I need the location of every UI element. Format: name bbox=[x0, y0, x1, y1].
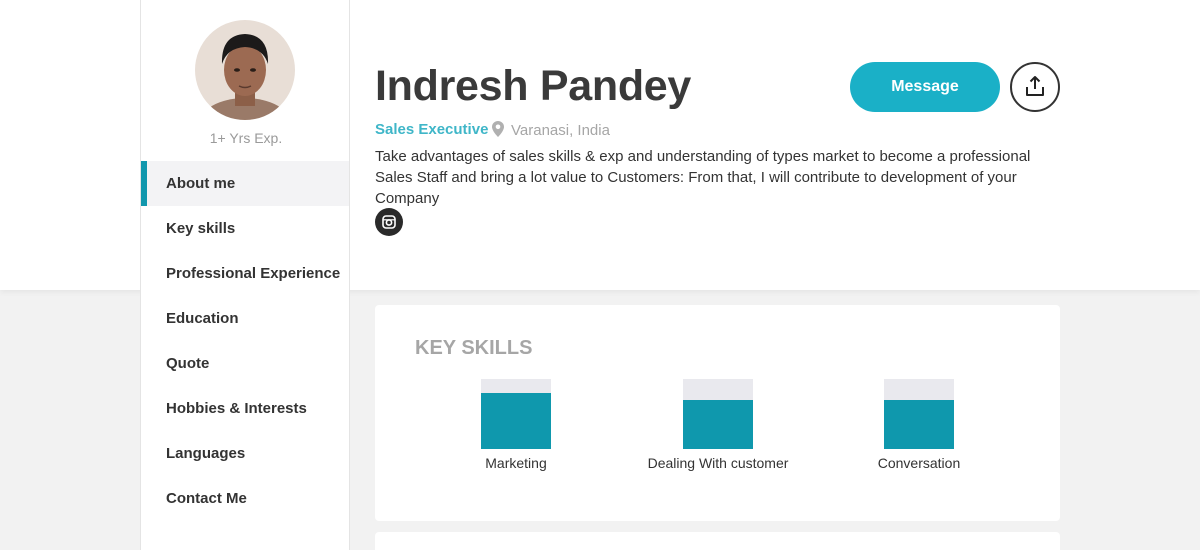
location-pin-icon bbox=[492, 121, 504, 141]
skill-label: Conversation bbox=[877, 455, 961, 471]
share-button[interactable] bbox=[1010, 62, 1060, 112]
skill-item: Conversation bbox=[839, 379, 999, 471]
profile-location: Varanasi, India bbox=[492, 121, 610, 141]
sidebar-item-quote[interactable]: Quote bbox=[141, 341, 349, 386]
skill-bar bbox=[481, 379, 551, 449]
profile-name: Indresh Pandey bbox=[375, 62, 692, 110]
profile-description: Take advantages of sales skills & exp an… bbox=[375, 148, 1031, 207]
share-upload-icon bbox=[1024, 75, 1046, 100]
sidebar-item-about-me[interactable]: About me bbox=[141, 161, 349, 206]
sidebar-item-contact-me[interactable]: Contact Me bbox=[141, 476, 349, 521]
skill-bar-fill bbox=[884, 400, 954, 449]
key-skills-title: KEY SKILLS bbox=[415, 337, 533, 359]
key-skills-card: KEY SKILLS Marketing Dealing With custom… bbox=[375, 305, 1060, 521]
skill-label: Dealing With customer bbox=[647, 455, 789, 471]
instagram-icon[interactable] bbox=[375, 208, 403, 236]
skill-bar bbox=[884, 379, 954, 449]
skill-bar-fill bbox=[683, 400, 753, 449]
sidebar-item-languages[interactable]: Languages bbox=[141, 431, 349, 476]
sidebar-item-education[interactable]: Education bbox=[141, 296, 349, 341]
next-section-card bbox=[375, 532, 1060, 550]
profile-header: Indresh Pandey Sales Executive Varanasi,… bbox=[375, 0, 1065, 290]
sidebar-item-key-skills[interactable]: Key skills bbox=[141, 206, 349, 251]
skill-bar-fill bbox=[481, 393, 551, 449]
sidebar-nav: About me Key skills Professional Experie… bbox=[141, 161, 349, 521]
message-button[interactable]: Message bbox=[850, 62, 1000, 112]
avatar bbox=[195, 20, 295, 120]
profile-role: Sales Executive bbox=[375, 121, 489, 138]
skill-item: Marketing bbox=[436, 379, 596, 471]
skill-bar bbox=[683, 379, 753, 449]
sidebar-item-hobbies-interests[interactable]: Hobbies & Interests bbox=[141, 386, 349, 431]
skill-label: Marketing bbox=[485, 455, 547, 471]
location-text: Varanasi, India bbox=[511, 122, 610, 139]
sidebar-item-professional-experience[interactable]: Professional Experience bbox=[141, 251, 349, 296]
skill-item: Dealing With customer bbox=[638, 379, 798, 471]
experience-label: 1+ Yrs Exp. bbox=[209, 130, 283, 146]
sidebar: 1+ Yrs Exp. About me Key skills Professi… bbox=[140, 0, 350, 550]
